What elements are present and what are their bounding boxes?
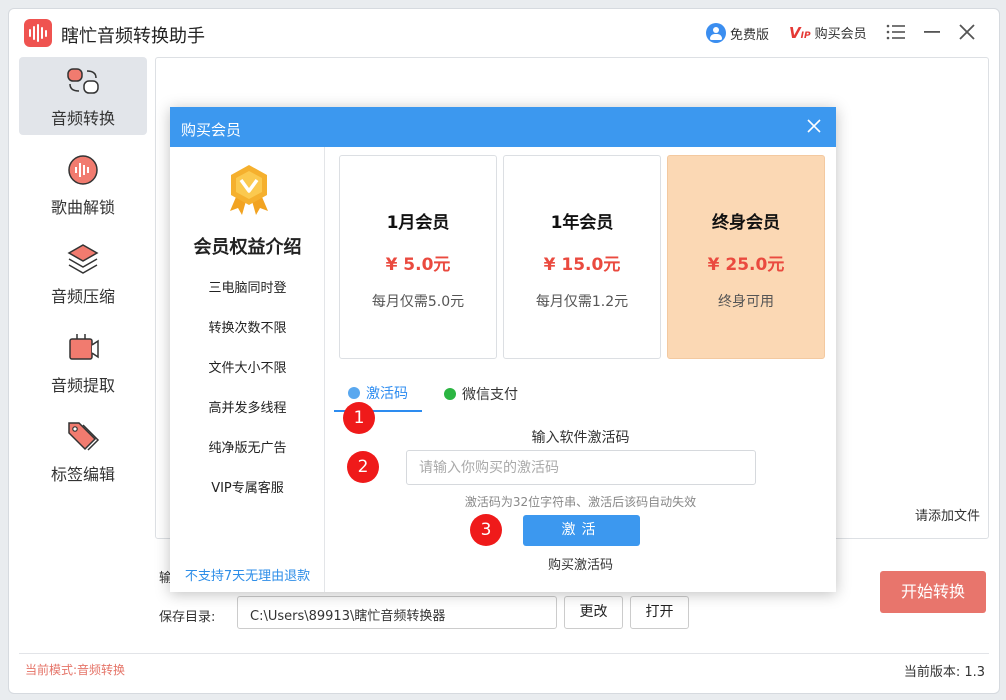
- sidebar-item-song-unlock[interactable]: 歌曲解锁: [19, 146, 147, 224]
- app-logo-icon: [24, 19, 52, 47]
- sidebar-item-label: 音频压缩: [50, 287, 115, 306]
- free-version-label: 免费版: [730, 27, 770, 43]
- benefit-item: 三电脑同时登: [208, 281, 287, 296]
- current-mode: 当前模式:音频转换: [25, 663, 126, 677]
- refund-note: 不支持7天无理由退款: [184, 569, 311, 584]
- tab-wechat-pay[interactable]: 微信支付: [444, 375, 518, 412]
- audio-extract-icon: [69, 334, 99, 360]
- plan-card-1-month[interactable]: 1月会员 ¥ 5.0元 每月仅需5.0元: [339, 155, 497, 359]
- sidebar: 音频转换 歌曲解锁 音频压缩 音频提取 标签编辑: [19, 57, 149, 502]
- dialog-header: 购买会员: [170, 107, 836, 147]
- save-dir-field[interactable]: C:\Users\89913\瞎忙音频转换器: [237, 596, 557, 629]
- start-convert-button[interactable]: 开始转换: [880, 571, 986, 613]
- plan-card-1-year[interactable]: 1年会员 ¥ 15.0元 每月仅需1.2元: [503, 155, 661, 359]
- free-version-button[interactable]: 免费版: [706, 23, 769, 43]
- plan-name: 1年会员: [550, 213, 614, 233]
- benefits-list: 三电脑同时登 转换次数不限 文件大小不限 高并发多线程 纯净版无广告 VIP专属…: [170, 279, 325, 519]
- current-version: 当前版本: 1.3: [903, 665, 985, 680]
- code-hint: 激活码为32位字符串、激活后该码自动失效: [464, 495, 697, 509]
- change-dir-button[interactable]: 更改: [564, 596, 623, 629]
- vip-icon: VIP: [789, 23, 811, 42]
- user-icon: [706, 23, 726, 43]
- buy-vip-button[interactable]: VIP 购买会员: [789, 23, 867, 43]
- benefits-panel: 会员权益介绍 三电脑同时登 转换次数不限 文件大小不限 高并发多线程 纯净版无广…: [170, 147, 325, 592]
- sidebar-item-label: 音频提取: [50, 376, 115, 395]
- activate-button[interactable]: 激活: [523, 515, 640, 546]
- benefit-item: 高并发多线程: [208, 401, 287, 416]
- dialog-close-icon[interactable]: [806, 115, 822, 139]
- open-dir-button[interactable]: 打开: [630, 596, 689, 629]
- buy-vip-dialog: 购买会员 会员权益介绍 三电脑同时登 转换次数不限 文件大小不限 高并发多线程 …: [170, 107, 836, 592]
- menu-icon[interactable]: [884, 21, 908, 45]
- song-unlock-icon: [68, 155, 98, 185]
- plan-price: ¥ 5.0元: [385, 255, 451, 275]
- activation-code-input[interactable]: [406, 450, 756, 485]
- plan-price: ¥ 15.0元: [543, 255, 621, 275]
- plan-desc: 终身可用: [718, 294, 774, 310]
- tab-label: 微信支付: [462, 386, 518, 403]
- code-title: 输入软件激活码: [531, 430, 630, 446]
- sidebar-item-label: 音频转换: [50, 109, 115, 128]
- benefits-title: 会员权益介绍: [193, 237, 302, 258]
- app-title: 瞎忙音频转换助手: [61, 26, 205, 47]
- benefit-item: 纯净版无广告: [208, 441, 287, 456]
- plan-card-lifetime[interactable]: 终身会员 ¥ 25.0元 终身可用: [667, 155, 825, 359]
- sidebar-item-audio-extract[interactable]: 音频提取: [19, 324, 147, 402]
- vip-medal-icon: [230, 165, 268, 215]
- save-dir-label: 保存目录:: [159, 610, 216, 625]
- tag-edit-icon: [68, 422, 100, 451]
- audio-convert-icon: [67, 68, 99, 94]
- plan-price: ¥ 25.0元: [707, 255, 785, 275]
- key-icon: [348, 386, 360, 399]
- benefit-item: 文件大小不限: [208, 361, 287, 376]
- sidebar-item-label: 标签编辑: [50, 465, 115, 484]
- plan-desc: 每月仅需5.0元: [371, 294, 465, 310]
- audio-compress-icon: [67, 244, 99, 274]
- sidebar-item-audio-convert[interactable]: 音频转换: [19, 57, 147, 135]
- sidebar-item-label: 歌曲解锁: [50, 198, 115, 217]
- dialog-title: 购买会员: [181, 121, 242, 139]
- plan-name: 终身会员: [712, 213, 780, 233]
- titlebar: 瞎忙音频转换助手 免费版 VIP 购买会员: [9, 9, 999, 59]
- benefit-item: VIP专属客服: [211, 481, 284, 496]
- status-divider: [19, 653, 989, 654]
- wechat-icon: [444, 387, 456, 400]
- minimize-icon[interactable]: [920, 21, 944, 45]
- benefit-item: 转换次数不限: [208, 321, 287, 336]
- step-badge-3: 3: [470, 514, 502, 546]
- sidebar-item-tag-edit[interactable]: 标签编辑: [19, 413, 147, 491]
- step-badge-2: 2: [347, 451, 379, 483]
- buy-code-link[interactable]: 购买激活码: [325, 554, 836, 573]
- plan-desc: 每月仅需1.2元: [535, 294, 629, 310]
- buy-vip-label: 购买会员: [814, 27, 867, 42]
- sidebar-item-audio-compress[interactable]: 音频压缩: [19, 235, 147, 313]
- add-file-hint[interactable]: 请添加文件: [915, 505, 980, 524]
- tab-label: 激活码: [366, 385, 408, 402]
- plan-name: 1月会员: [386, 213, 450, 233]
- close-icon[interactable]: [955, 21, 979, 45]
